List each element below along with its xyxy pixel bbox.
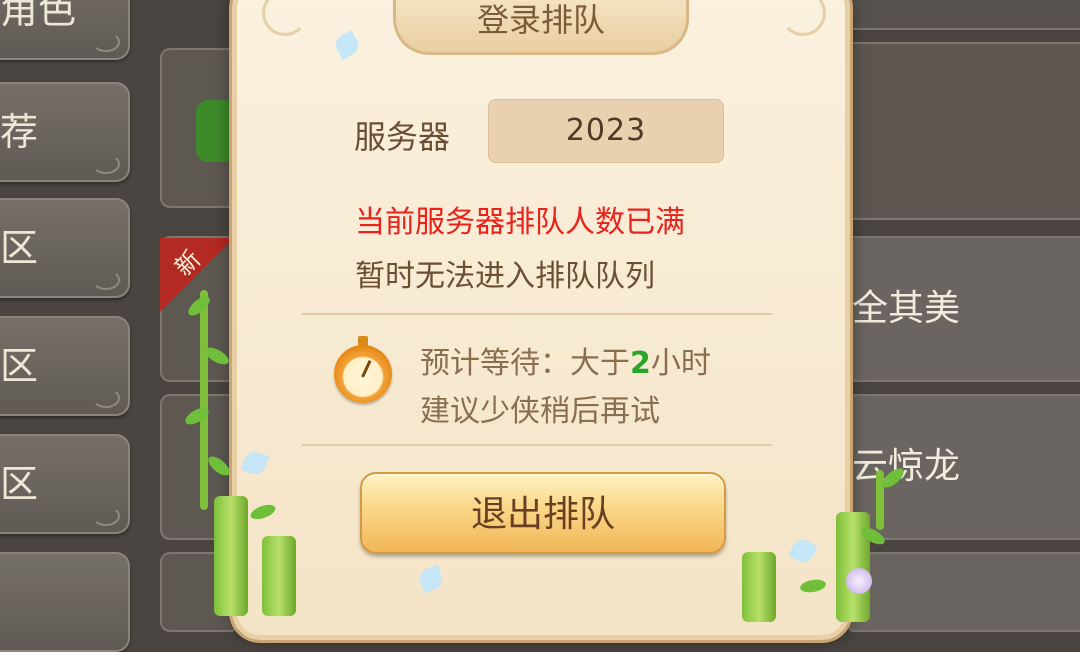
queue-unavailable-message: 暂时无法进入排队队列 [355, 259, 655, 294]
cloud-ornament-icon [92, 154, 120, 174]
dialog-title: 登录排队 [393, 0, 689, 55]
cloud-ornament-icon [92, 506, 120, 526]
sidebar-item-zone-1[interactable]: 区 [0, 198, 130, 298]
server-list-item[interactable] [848, 552, 1080, 632]
server-panel-top [848, 0, 1080, 30]
server-name: 云惊龙 [852, 446, 961, 487]
divider [302, 444, 772, 446]
server-label: 服务器 [354, 118, 451, 156]
server-panel [848, 42, 1080, 220]
server-name: 全其美 [852, 288, 961, 329]
sidebar-item-zone-3[interactable]: 区 [0, 434, 130, 534]
sidebar-item-role[interactable]: 角色 [0, 0, 130, 60]
queue-full-message: 当前服务器排队人数已满 [355, 205, 685, 240]
sidebar-item-recommend[interactable]: 荐 [0, 82, 130, 182]
cloud-ornament-icon [92, 32, 120, 52]
sidebar-item-label: 区 [0, 344, 39, 388]
exit-queue-button[interactable]: 退出排队 [360, 472, 726, 554]
sidebar-item-label: 区 [0, 226, 39, 270]
server-list-item[interactable]: 全其美 [848, 236, 1080, 382]
wait-hours: 2 [630, 346, 651, 381]
server-number: 2023 [488, 99, 724, 163]
wait-prefix: 预计等待：大于 [420, 346, 630, 381]
cloud-ornament-icon [92, 388, 120, 408]
sidebar-item-label: 荐 [0, 110, 39, 154]
sidebar-item-label: 角色 [0, 0, 77, 32]
sidebar-item-label: 区 [0, 462, 39, 506]
estimated-wait: 预计等待：大于2小时 [420, 338, 711, 382]
wait-suffix: 小时 [650, 346, 711, 381]
sidebar-item-zone-2[interactable]: 区 [0, 316, 130, 416]
new-badge-label: 新 [169, 244, 207, 282]
cloud-ornament-icon [92, 270, 120, 290]
stopwatch-icon [334, 336, 392, 403]
recommend-icon [196, 100, 236, 162]
retry-advice: 建议少侠稍后再试 [420, 394, 660, 429]
divider [302, 313, 772, 315]
sidebar-item-zone-4[interactable] [0, 552, 130, 652]
flower-icon [846, 568, 872, 594]
